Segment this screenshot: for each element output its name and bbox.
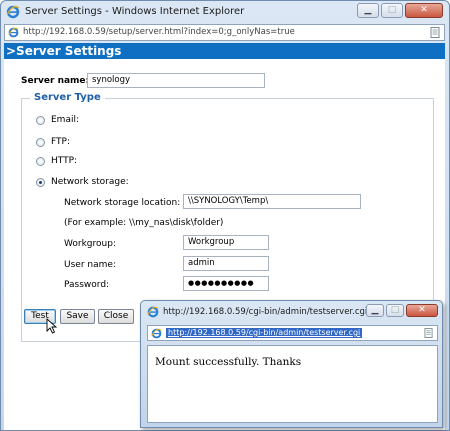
password-input[interactable]: ●●●●●●●●●● (183, 276, 269, 291)
workgroup-label: Workgroup: (64, 239, 116, 249)
workgroup-input[interactable]: Workgroup (183, 235, 269, 250)
address-bar[interactable]: http://192.168.0.59/setup/server.html?in… (4, 24, 445, 41)
mouse-pointer-icon (46, 318, 58, 334)
server-type-legend: Server Type (30, 92, 105, 103)
close-window-button[interactable]: ✕ (405, 3, 443, 18)
window-controls: ▁ □ ✕ (355, 3, 443, 18)
popup-address-bar[interactable]: http://192.168.0.59/cgi-bin/admin/testse… (147, 325, 438, 341)
popup-maximize-button[interactable]: □ (386, 304, 404, 317)
username-label: User name: (64, 260, 116, 270)
storage-location-label: Network storage location: (64, 198, 181, 208)
network-storage-radio[interactable] (36, 178, 45, 187)
ftp-radio[interactable] (36, 138, 45, 147)
server-name-input[interactable]: synology (87, 73, 265, 88)
ie-logo-icon (151, 328, 162, 339)
page-icon (430, 27, 440, 38)
username-input[interactable]: admin (183, 256, 269, 271)
network-storage-label: Network storage: (51, 177, 129, 187)
popup-minimize-button[interactable]: ▁ (366, 304, 384, 317)
password-label: Password: (64, 280, 110, 290)
result-message: Mount successfully. Thanks (155, 356, 302, 368)
title-bar[interactable]: Server Settings - Windows Internet Explo… (1, 1, 449, 23)
popup-close-button[interactable]: ✕ (406, 304, 438, 317)
example-hint: (For example: \\my_nas\disk\folder) (64, 218, 224, 228)
maximize-button[interactable]: □ (381, 3, 403, 18)
popup-title: http://192.168.0.59/cgi-bin/admin/testse… (163, 307, 384, 317)
email-radio[interactable] (36, 116, 45, 125)
page-icon (424, 328, 433, 338)
storage-location-input[interactable]: \\SYNOLOGY\Temp\ (183, 194, 361, 209)
test-result-popup: http://192.168.0.59/cgi-bin/admin/testse… (140, 300, 443, 428)
window-title: Server Settings - Windows Internet Explo… (25, 6, 245, 17)
ie-logo-icon (6, 5, 20, 19)
ftp-label: FTP: (51, 137, 70, 147)
ie-logo-icon (8, 27, 19, 38)
address-url: http://192.168.0.59/setup/server.html?in… (23, 27, 295, 37)
close-button[interactable]: Close (98, 309, 134, 324)
popup-content: Mount successfully. Thanks (147, 345, 438, 423)
http-radio[interactable] (36, 157, 45, 166)
ie-logo-icon (147, 306, 159, 318)
http-label: HTTP: (51, 156, 78, 166)
popup-address-url: http://192.168.0.59/cgi-bin/admin/testse… (166, 328, 363, 338)
server-name-label: Server name: (21, 76, 90, 86)
save-button[interactable]: Save (60, 309, 95, 324)
email-label: Email: (51, 115, 80, 125)
page-title: >Server Settings (4, 43, 445, 59)
popup-window-controls: ▁ □ ✕ (364, 304, 438, 317)
minimize-button[interactable]: ▁ (357, 3, 379, 18)
